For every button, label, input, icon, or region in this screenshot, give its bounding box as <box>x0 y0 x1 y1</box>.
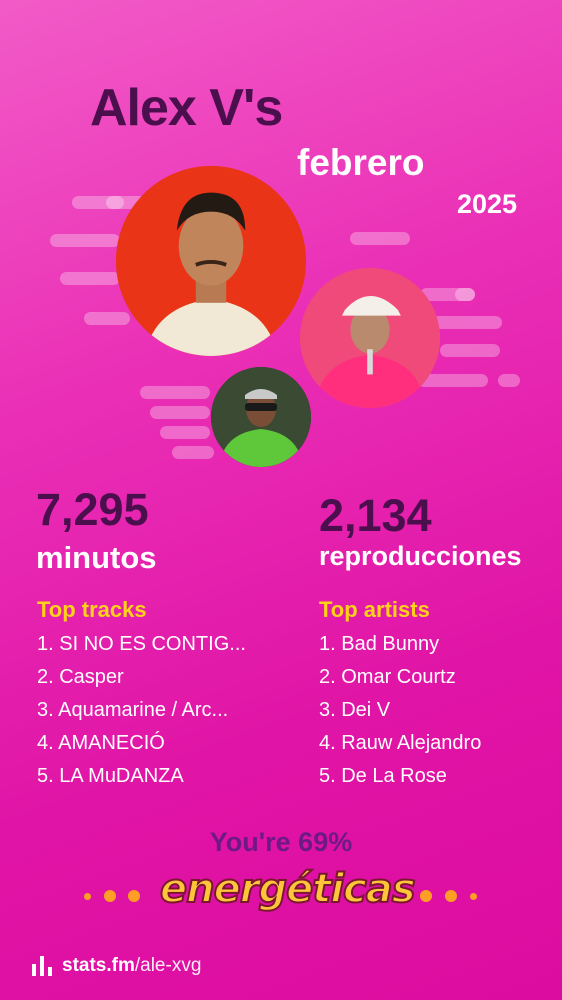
track-item: 1. SI NO ES CONTIG... <box>37 633 246 655</box>
energy-percentage: You're 69% <box>209 827 353 857</box>
top-tracks-title: Top tracks <box>37 597 147 622</box>
artist-item: 1. Bad Bunny <box>319 633 440 655</box>
month-label: febrero <box>297 142 425 183</box>
artist-photo-1 <box>116 166 306 356</box>
energy-word: energéticas <box>159 865 417 913</box>
track-item: 3. Aquamarine / Arc... <box>37 699 229 721</box>
track-item: 5. LA MuDANZA <box>37 765 184 787</box>
bar-chart-icon <box>32 956 54 976</box>
artist-item: 5. De La Rose <box>319 765 447 787</box>
artist-item: 3. Dei V <box>319 699 391 721</box>
artist-photo-3 <box>211 367 311 467</box>
artist-photo-2 <box>300 268 440 408</box>
plays-value: 2,134 <box>319 490 432 541</box>
minutes-value: 7,295 <box>36 484 149 535</box>
page-title: Alex V's <box>90 79 283 137</box>
footer-user: /ale-xvg <box>134 955 202 976</box>
artist-item: 2. Omar Courtz <box>319 666 456 688</box>
track-item: 2. Casper <box>37 666 124 688</box>
year-label: 2025 <box>457 189 518 219</box>
top-artists-title: Top artists <box>319 597 430 622</box>
footer-brand: stats.fm <box>62 955 135 976</box>
artist-item: 4. Rauw Alejandro <box>319 732 482 754</box>
track-item: 4. AMANECIÓ <box>37 732 165 754</box>
footer-link[interactable]: stats.fm/ale-xvg <box>62 955 201 977</box>
plays-label: reproducciones <box>319 541 522 571</box>
minutes-label: minutos <box>36 540 157 575</box>
